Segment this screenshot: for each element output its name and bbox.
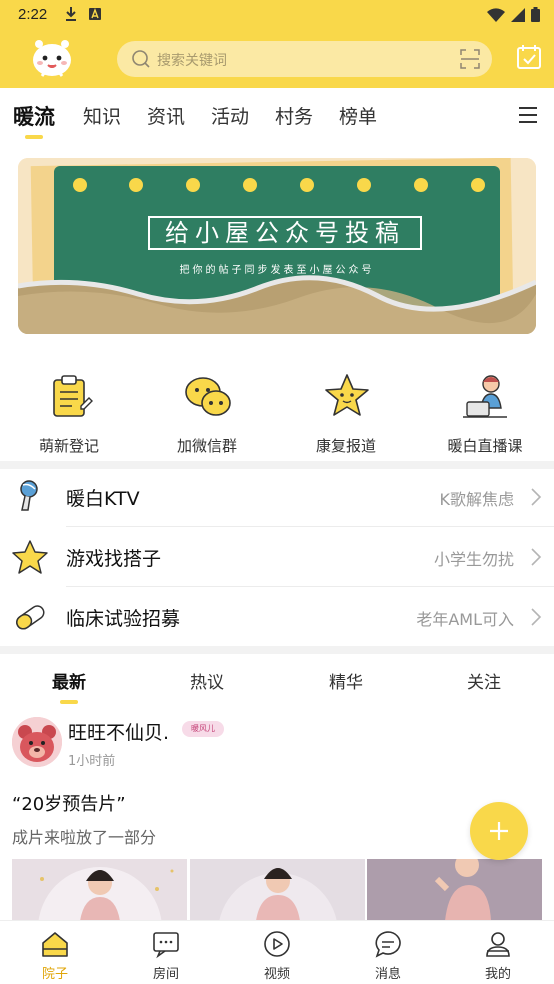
keyboard-a-icon bbox=[89, 8, 101, 20]
message-icon bbox=[375, 931, 401, 958]
bear-avatar-icon bbox=[12, 717, 62, 767]
chevron-right-icon bbox=[531, 548, 542, 566]
nav-rooms[interactable]: 房间 bbox=[126, 927, 206, 983]
feature-row-ktv[interactable]: 暖白KTV K歌解焦虑 bbox=[0, 467, 554, 527]
tab-knowledge[interactable]: 知识 bbox=[83, 102, 121, 129]
nav-label: 我的 bbox=[484, 967, 511, 982]
banner-title: 给小屋公众号投稿 bbox=[148, 216, 422, 250]
feed-tab-hot[interactable]: 热议 bbox=[167, 668, 247, 693]
post-title[interactable]: “20岁预告片” bbox=[12, 790, 126, 816]
status-bar: 2:22 bbox=[0, 0, 554, 30]
star-mascot-icon bbox=[325, 374, 369, 416]
nav-courtyard[interactable]: 院子 bbox=[15, 927, 95, 983]
microphone-icon bbox=[20, 480, 38, 511]
nav-videos[interactable]: 视频 bbox=[237, 927, 317, 983]
post-author-name[interactable]: 旺旺不仙贝. bbox=[68, 718, 169, 745]
banner-subtitle: 把你的帖子同步发表至小屋公众号 bbox=[179, 265, 375, 276]
quick-entry-wechat-group[interactable]: 加微信群 bbox=[147, 372, 267, 458]
feature-tag: K歌解焦虑 bbox=[439, 490, 515, 509]
feature-tag: 老年AML可入 bbox=[416, 610, 514, 629]
chevron-right-icon bbox=[531, 488, 542, 506]
pill-icon bbox=[16, 605, 45, 630]
post-body[interactable]: 成片来啦放了一部分 bbox=[12, 824, 156, 848]
menu-icon[interactable] bbox=[518, 106, 538, 124]
photo-thumbnail-1 bbox=[12, 859, 187, 921]
feature-title: 暖白KTV bbox=[66, 488, 140, 510]
feature-title: 游戏找搭子 bbox=[66, 548, 162, 570]
feature-title: 临床试验招募 bbox=[66, 608, 181, 630]
nav-messages[interactable]: 消息 bbox=[348, 927, 428, 983]
profile-icon bbox=[486, 932, 510, 957]
battery-icon bbox=[531, 7, 540, 22]
star-icon bbox=[12, 540, 48, 574]
search-placeholder: 搜索关键词 bbox=[157, 53, 227, 69]
app-header: 搜索关键词 bbox=[0, 30, 554, 88]
nav-label: 院子 bbox=[41, 967, 68, 982]
author-badge: 暖风儿 bbox=[182, 721, 224, 737]
tab-news[interactable]: 资讯 bbox=[147, 102, 185, 129]
live-class-icon bbox=[463, 375, 507, 418]
feature-tag: 小学生勿扰 bbox=[433, 550, 514, 569]
plus-icon bbox=[490, 822, 508, 840]
nav-profile[interactable]: 我的 bbox=[458, 927, 538, 983]
post-photo[interactable] bbox=[12, 859, 187, 921]
tab-activities[interactable]: 活动 bbox=[211, 102, 249, 129]
post-photo[interactable] bbox=[190, 859, 365, 921]
create-post-button[interactable] bbox=[470, 802, 528, 860]
chevron-right-icon bbox=[531, 608, 542, 626]
nav-label: 消息 bbox=[374, 967, 401, 982]
clipboard-icon bbox=[53, 375, 93, 417]
search-box[interactable]: 搜索关键词 bbox=[117, 41, 492, 77]
active-feed-tab-indicator bbox=[60, 700, 78, 704]
tab-rankings[interactable]: 榜单 bbox=[339, 102, 377, 129]
tab-warm-flow[interactable]: 暖流 bbox=[13, 101, 55, 131]
top-tab-bar: 暖流 知识 资讯 活动 村务 榜单 bbox=[0, 88, 554, 144]
tab-village-affairs[interactable]: 村务 bbox=[275, 102, 313, 129]
photo-thumbnail-3 bbox=[367, 859, 542, 921]
chat-room-icon bbox=[153, 932, 179, 959]
signal-icon bbox=[511, 7, 525, 22]
quick-entry-label: 康复报道 bbox=[315, 437, 376, 455]
quick-entry-label: 萌新登记 bbox=[38, 437, 99, 455]
feed-tab-latest[interactable]: 最新 bbox=[29, 668, 109, 693]
app-logo-icon[interactable] bbox=[28, 36, 76, 80]
feature-row-clinical-trial[interactable]: 临床试验招募 老年AML可入 bbox=[0, 587, 554, 647]
post-photo[interactable] bbox=[367, 859, 542, 921]
photo-thumbnail-2 bbox=[190, 859, 365, 921]
feature-row-game-partner[interactable]: 游戏找搭子 小学生勿扰 bbox=[0, 527, 554, 587]
nav-label: 视频 bbox=[263, 967, 290, 982]
quick-entry-label: 暖白直播课 bbox=[447, 437, 523, 455]
active-tab-indicator bbox=[25, 135, 43, 139]
feed-tab-following[interactable]: 关注 bbox=[444, 668, 524, 693]
status-time: 2:22 bbox=[18, 6, 48, 23]
scan-icon[interactable] bbox=[460, 49, 480, 69]
quick-entry-newcomer-registration[interactable]: 萌新登记 bbox=[9, 372, 129, 458]
download-icon bbox=[66, 7, 76, 21]
wechat-icon bbox=[185, 377, 231, 416]
checkin-calendar-icon[interactable] bbox=[516, 44, 542, 70]
play-icon bbox=[264, 931, 290, 957]
quick-entry-label: 加微信群 bbox=[176, 437, 237, 455]
quick-entry-recovery-reports[interactable]: 康复报道 bbox=[286, 372, 406, 458]
avatar[interactable] bbox=[12, 717, 62, 767]
section-divider bbox=[0, 646, 554, 654]
quick-entry-live-class[interactable]: 暖白直播课 bbox=[425, 372, 545, 458]
app-screen: 2:22 搜索关键词 暖流 知识 资讯 活动 村务 榜单 给小屋公众号投稿 把你… bbox=[0, 0, 554, 984]
search-icon bbox=[132, 50, 150, 68]
wifi-icon bbox=[487, 7, 505, 22]
bottom-nav: 院子 房间 视频 消息 我的 bbox=[0, 920, 554, 984]
house-icon bbox=[42, 932, 68, 957]
nav-label: 房间 bbox=[152, 967, 179, 982]
post-timestamp: 1小时前 bbox=[68, 754, 116, 769]
feed-tab-featured[interactable]: 精华 bbox=[306, 668, 386, 693]
